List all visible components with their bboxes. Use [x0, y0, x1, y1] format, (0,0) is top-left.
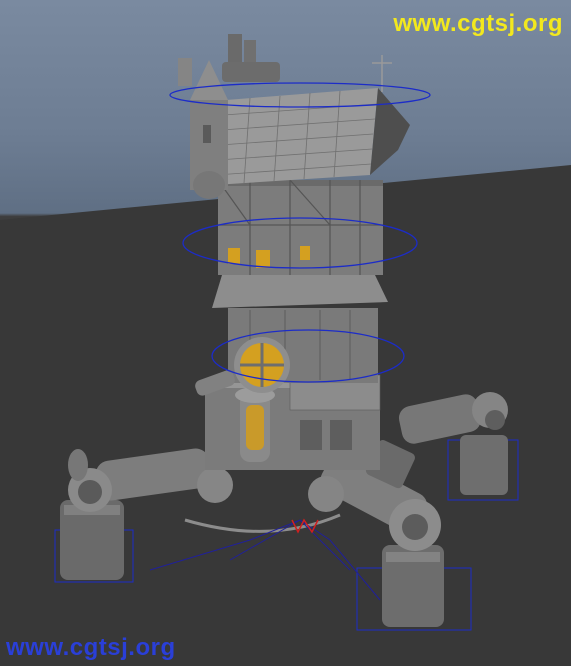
house-roof[interactable] — [214, 88, 410, 185]
chimneys[interactable] — [178, 34, 280, 86]
watermark-bottom: www.cgtsj.org — [6, 634, 176, 661]
house-base[interactable] — [205, 374, 381, 470]
maya-3d-viewport[interactable]: www.cgtsj.org www.cgtsj.org — [0, 0, 571, 666]
walking-house-model-render[interactable] — [0, 0, 571, 666]
watermark-top: www.cgtsj.org — [393, 10, 563, 37]
glass-tube[interactable] — [235, 387, 275, 462]
house-upper-floor[interactable] — [217, 179, 383, 275]
turret[interactable] — [190, 60, 228, 199]
